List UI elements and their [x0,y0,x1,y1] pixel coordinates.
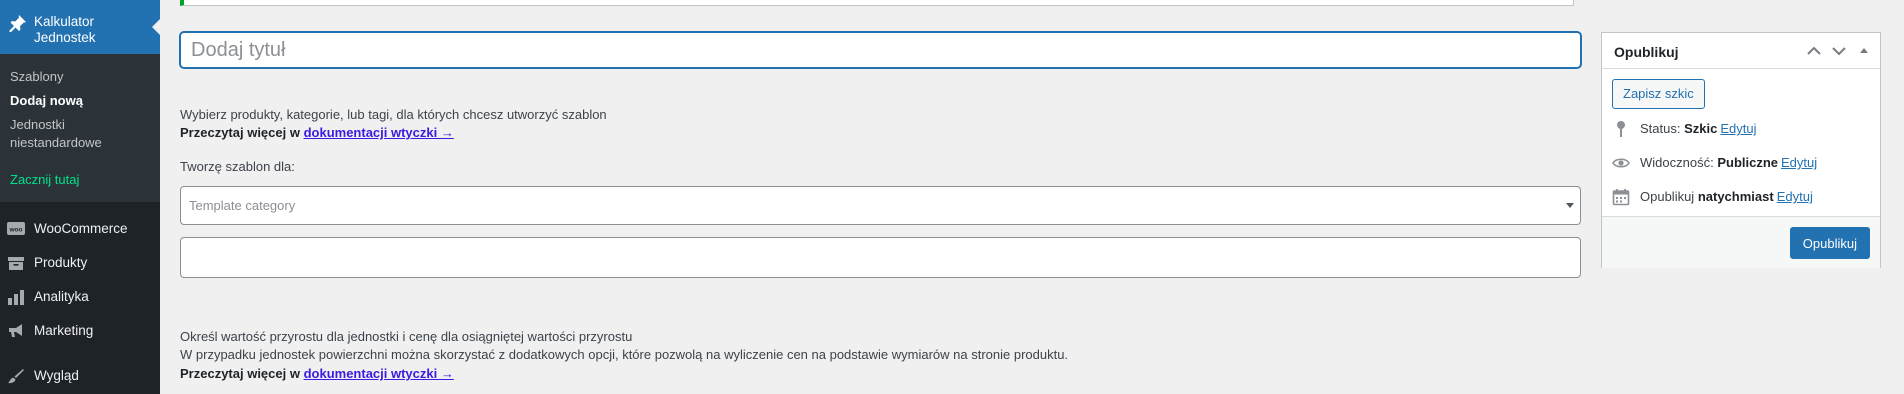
save-draft-button[interactable]: Zapisz szkic [1612,79,1705,109]
bar-chart-icon [8,290,24,305]
publish-box-title: Opublikuj [1614,44,1679,60]
paintbrush-icon [8,369,24,384]
docs-link[interactable]: dokumentacji wtyczki → [304,125,454,140]
status-label: Status: [1640,121,1681,136]
chevron-up-icon[interactable] [1804,41,1824,61]
template-category-select[interactable]: Template category [180,186,1581,225]
publish-box-header: Opublikuj [1602,33,1880,69]
megaphone-icon [9,324,22,337]
publish-box-footer: Opublikuj [1602,216,1880,268]
submenu-item-szablony[interactable]: Szablony [10,68,63,86]
publish-time-value: natychmiast [1697,189,1774,204]
sidebar-item-label: WooCommerce [34,221,128,236]
step-text-1: Określ wartość przyrostu dla jednostki i… [180,329,633,344]
sidebar-item-analityka[interactable]: Analityka [0,282,160,312]
intro-text: Wybierz produkty, kategorie, lub tagi, d… [180,107,607,122]
sidebar-item-label: Wygląd [34,368,79,383]
sidebar-item-label: Marketing [34,323,94,338]
sidebar-item-wyglad[interactable]: Wygląd [0,361,160,391]
pin-icon [9,15,26,32]
archive-icon [8,257,24,270]
woo-badge-text: woo [9,227,23,234]
publish-time-label: Opublikuj [1640,189,1695,204]
publish-time-row: Opublikuj natychmiast Edytuj [1612,187,1872,207]
admin-sidebar: Kalkulator Jednostek Szablony Dodaj nową… [0,0,160,394]
chevron-down-icon[interactable] [1829,41,1849,61]
submenu-item-zacznij-tutaj[interactable]: Zacznij tutaj [10,171,79,189]
read-more-line: Przeczytaj więcej w dokumentacji wtyczki… [180,124,454,142]
template-items-field[interactable] [180,237,1581,278]
sidebar-item-marketing[interactable]: Marketing [0,316,160,346]
read-more-line-2: Przeczytaj więcej w dokumentacji wtyczki… [180,365,454,383]
status-value: Szkic [1684,121,1718,136]
title-input[interactable] [180,32,1581,68]
collapse-toggle-icon[interactable] [1854,41,1874,61]
submenu: Szablony Dodaj nową Jednostki niestandar… [0,54,160,202]
submenu-item-dodaj-nowa[interactable]: Dodaj nową [10,92,83,110]
sidebar-item-woocommerce[interactable]: woo WooCommerce [0,214,160,244]
sidebar-item-label: Analityka [34,289,89,304]
read-more-prefix: Przeczytaj więcej w [180,125,300,140]
submenu-item-jednostki-niestandardowe[interactable]: Jednostki niestandardowe [10,116,106,152]
publish-box: Opublikuj Zapisz szkic Status: Szkic Edyt… [1601,32,1881,268]
sidebar-item-produkty[interactable]: Produkty [0,248,160,278]
edit-publish-time-link[interactable]: Edytuj [1777,189,1813,204]
docs-link-2[interactable]: dokumentacji wtyczki → [304,366,454,381]
sidebar-item-kalkulator-jednostek[interactable]: Kalkulator Jednostek [0,0,160,54]
admin-notice [180,0,1574,6]
calendar-icon [1612,189,1630,206]
status-row: Status: Szkic Edytuj [1612,119,1872,139]
template-for-label: Tworzę szablon dla: [180,159,295,174]
visibility-row: Widoczność: Publiczne Edytuj [1612,153,1872,173]
eye-icon [1612,158,1630,168]
visibility-label: Widoczność: [1640,155,1714,170]
edit-status-link[interactable]: Edytuj [1720,121,1756,136]
chevron-down-icon [1566,203,1574,208]
edit-visibility-link[interactable]: Edytuj [1781,155,1817,170]
publish-button[interactable]: Opublikuj [1789,227,1870,259]
select-placeholder: Template category [189,198,296,213]
current-menu-arrow [152,19,160,35]
pin-icon [1617,121,1625,137]
woocommerce-icon: woo [7,222,25,235]
read-more-prefix: Przeczytaj więcej w [180,366,300,381]
sidebar-item-label: Kalkulator Jednostek [34,14,96,45]
step-text-2: W przypadku jednostek powierzchni można … [180,347,1069,362]
visibility-value: Publiczne [1717,155,1779,170]
sidebar-item-label: Produkty [34,255,88,270]
